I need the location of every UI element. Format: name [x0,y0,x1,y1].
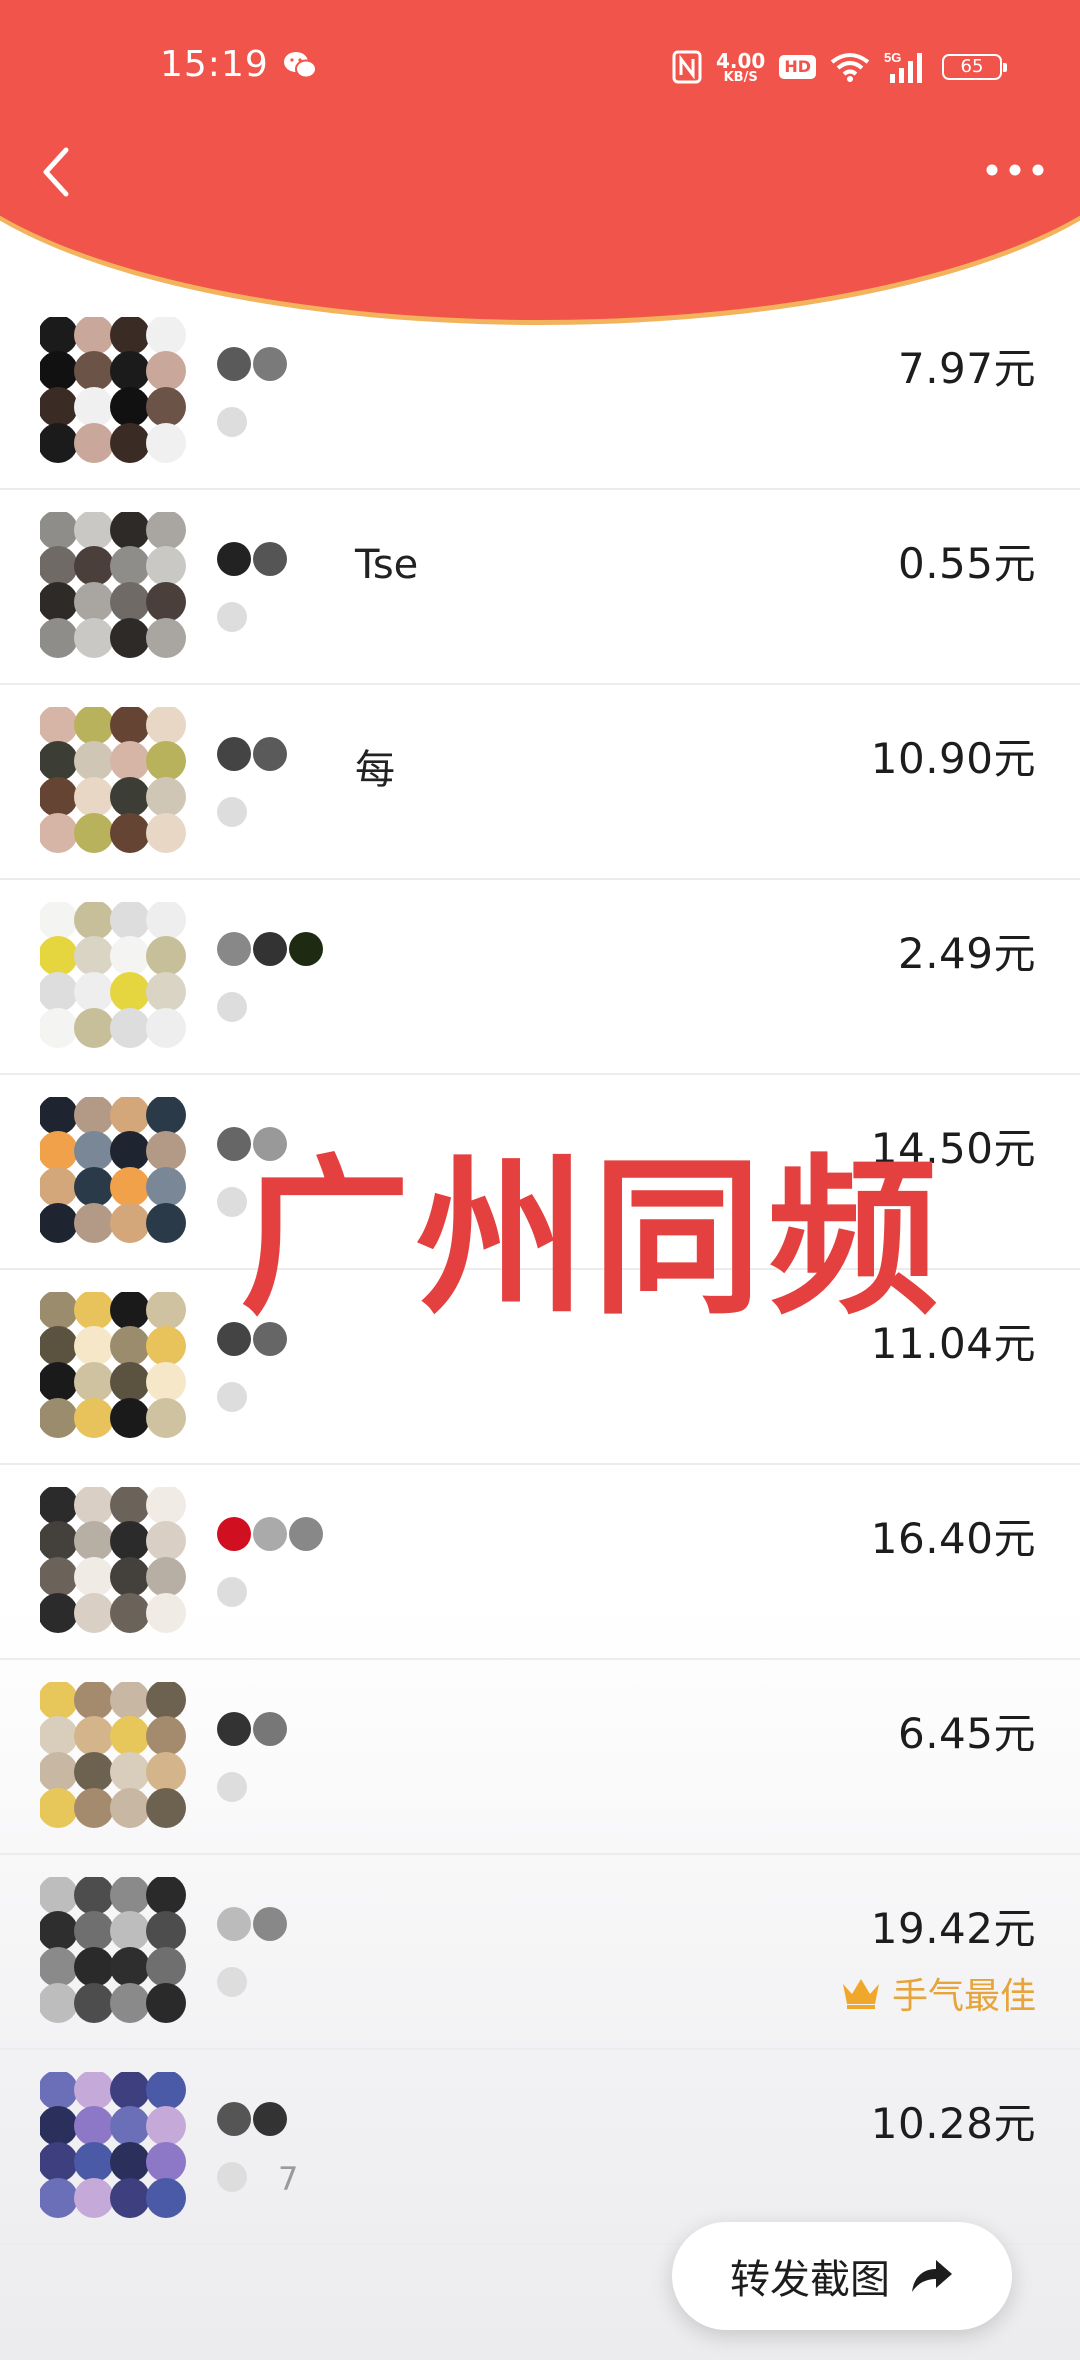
crown-icon [842,1979,879,2009]
hd-badge: HD [779,55,816,79]
recipient-row[interactable]: 6.45元 [0,1660,1080,1855]
pixelated-nickname [205,325,365,455]
wifi-icon [830,53,870,82]
pixelated-nickname [205,520,365,650]
pixelated-nickname [205,1885,365,2015]
network-type-label: 5G [884,50,901,65]
back-chevron-icon[interactable] [30,140,90,200]
network-speed: 4.00 KB/S [715,48,766,85]
received-amount: 10.90元 [870,734,1036,783]
red-packet-detail-screen: 15:19 4.00 KB/S HD 5G 65 7.97元 Tse 0.55元… [0,0,1080,2360]
best-luck-label: 手气最佳 [891,1976,1036,2017]
status-indicators: 4.00 KB/S HD 5G 65 [672,46,1007,88]
avatar[interactable] [40,707,186,853]
avatar[interactable] [40,512,186,658]
avatar[interactable] [40,1877,186,2023]
share-arrow-icon [912,2260,952,2292]
recipient-row[interactable]: 19.42元手气最佳 [0,1855,1080,2050]
nickname-fragment: Tse [355,542,419,588]
received-amount: 6.45元 [897,1709,1036,1758]
recipient-row[interactable]: 7 10.28元 [0,2050,1080,2245]
recipient-row[interactable]: 16.40元 [0,1465,1080,1660]
received-amount: 7.97元 [897,344,1036,393]
status-time: 15:19 [160,44,269,85]
more-options-icon[interactable] [980,150,1050,190]
pixelated-nickname [205,715,365,845]
avatar[interactable] [40,2072,186,2218]
pixelated-nickname [205,910,365,1040]
share-button-label: 转发截图 [730,2257,890,2303]
avatar[interactable] [40,317,186,463]
avatar[interactable] [40,902,186,1048]
watermark-text: 广州同频 [240,1140,945,1338]
pixelated-nickname [205,1690,365,1820]
recipient-row[interactable]: 每 10.90元 [0,685,1080,880]
nfc-icon [672,50,702,84]
received-amount: 2.49元 [897,929,1036,978]
received-amount: 0.55元 [897,539,1036,588]
avatar[interactable] [40,1487,186,1633]
recipient-row[interactable]: 7.97元 [0,295,1080,490]
battery-indicator: 65 [942,54,1007,80]
received-amount: 19.42元 [870,1904,1036,1953]
avatar[interactable] [40,1097,186,1243]
avatar[interactable] [40,1292,186,1438]
best-luck-badge: 手气最佳 [840,1967,1036,2019]
pixelated-nickname [205,1495,365,1625]
signal-5g-icon: 5G [884,50,922,83]
nickname-fragment: 每 [355,747,395,793]
avatar[interactable] [40,1682,186,1828]
status-bar: 15:19 4.00 KB/S HD 5G 65 [0,0,1080,130]
recipient-row[interactable]: 2.49元 [0,880,1080,1075]
received-amount: 16.40元 [870,1514,1036,1563]
recipient-row[interactable]: Tse 0.55元 [0,490,1080,685]
received-amount: 10.28元 [870,2099,1036,2148]
nickname-fragment: 7 [278,2160,299,2198]
share-screenshot-button[interactable]: 转发截图 [672,2222,1012,2330]
wechat-icon [284,52,317,79]
